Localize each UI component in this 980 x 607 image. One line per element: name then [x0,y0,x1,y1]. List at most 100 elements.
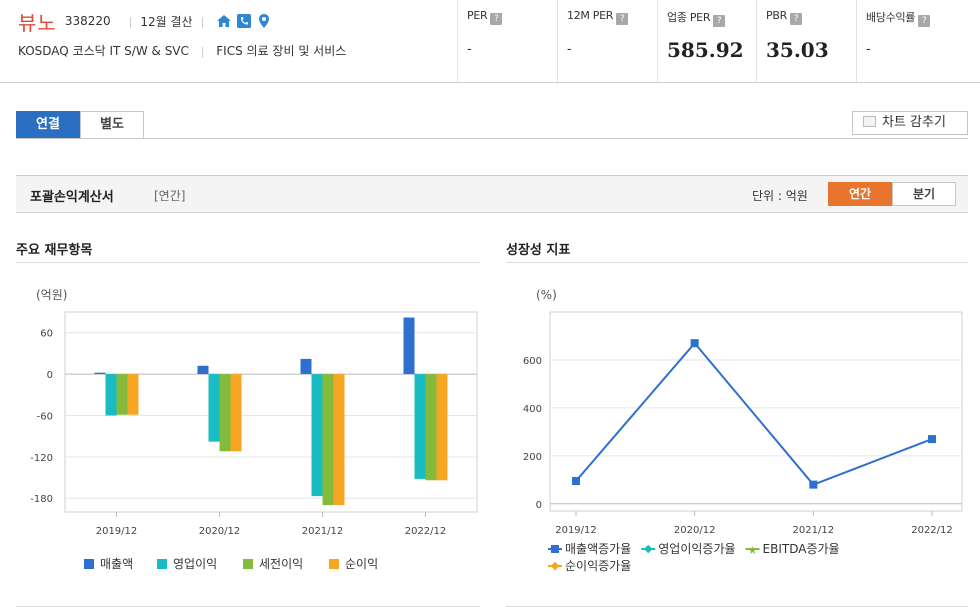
y-tick-label: 400 [523,404,542,415]
bar [116,374,128,415]
metric-12m-per: 12M PER? - [557,0,657,82]
bar [333,374,345,506]
bar [127,374,139,415]
valuation-metrics: PER? - 12M PER? - 업종 PER? 585.92 PBR? 35… [457,0,978,82]
panel-title: 주요 재무항목 [16,243,93,258]
home-icon[interactable] [216,13,232,29]
metric-industry-per: 업종 PER? 585.92 [657,0,756,82]
bar [322,374,334,506]
y-axis-label: (%) [536,288,557,302]
y-tick-label: 200 [523,452,542,463]
metric-per: PER? - [457,0,557,82]
metric-label: PBR [766,9,787,22]
section-title: 포괄손익계산서 [30,190,114,205]
section-period: [연간] [154,189,186,203]
help-icon[interactable]: ? [616,13,629,25]
metric-value: - [467,42,472,57]
metric-value: 35.03 [766,38,829,62]
legend-swatch [157,559,167,569]
legend-label: 매출액 [100,557,133,571]
data-point [572,477,580,486]
growth-indicators-panel: 성장성 지표 (%) 600 400 200 0 2019/12 2020/12 2021/1… [506,228,968,607]
help-icon[interactable]: ? [490,13,503,25]
legend-label: 세전이익 [259,557,303,571]
x-tick-label: 2021/12 [793,525,835,536]
unit-label: 단위 : 억원 [752,189,808,203]
x-tick-label: 2022/12 [405,526,447,537]
y-tick-label: 600 [523,356,542,367]
legend-swatch [243,559,253,569]
key-financials-chart: (억원) 60 0 -60 -120 -180 2019/12 2020/12 2021/12 2… [30,288,478,571]
help-icon[interactable]: ? [918,15,931,27]
settlement-month: 12월 결산 [140,14,193,29]
legend-marker [550,561,560,571]
report-type-tabs: 연결 별도 [16,111,144,139]
metric-value: 585.92 [667,38,744,62]
bar [436,374,448,481]
y-tick-label: -180 [30,494,53,505]
key-financials-panel: 주요 재무항목 (억원) 60 0 -60 -120 -180 2019/12 2020/12… [16,228,480,607]
y-axis-label: (억원) [36,288,67,302]
x-tick-label: 2020/12 [674,525,716,536]
panel-title: 성장성 지표 [506,243,571,258]
location-pin-icon[interactable] [256,13,272,29]
bar [414,374,426,479]
bar [197,365,209,375]
market-classification: KOSDAQ 코스닥 IT S/W & SVC [18,44,189,58]
fics-sector: FICS 의료 장비 및 서비스 [216,44,347,58]
bar [425,374,437,481]
hide-chart-label: 차트 감추기 [882,115,946,130]
metric-pbr: PBR? 35.03 [756,0,856,82]
help-icon[interactable]: ? [789,13,802,25]
y-tick-label: 0 [47,370,53,381]
y-tick-label: 0 [536,500,542,511]
y-tick-label: 60 [40,329,53,340]
separator: | [200,45,205,58]
bar [300,358,312,375]
x-tick-label: 2021/12 [302,526,344,537]
annual-button[interactable]: 연간 [828,182,892,206]
bar [105,374,117,416]
bar [94,372,106,375]
tab-consolidated[interactable]: 연결 [16,111,80,139]
metric-value: - [866,42,871,57]
bar [311,374,323,497]
x-tick-label: 2020/12 [199,526,241,537]
legend-marker: ★ [748,544,758,557]
bar [219,374,231,452]
growth-indicators-chart: (%) 600 400 200 0 2019/12 2020/12 2021/12 2022/1… [523,288,963,573]
chart-icon [863,116,876,127]
plot-area [549,311,963,512]
legend-swatch [84,559,94,569]
legend-label: 매출액증가율 [565,542,631,556]
legend-label: 영업이익 [173,557,217,571]
legend-label: 순이익 [345,557,378,571]
legend-swatch [329,559,339,569]
period-toggle: 연간 분기 [828,182,956,206]
income-statement-bar: 포괄손익계산서 [연간] 단위 : 억원 연간 분기 [16,175,968,213]
hide-chart-button[interactable]: 차트 감추기 [852,111,968,135]
metric-dividend-yield: 배당수익률? - [856,0,978,82]
stock-header: 뷰노 338220 | 12월 결산 | KOSDAQ 코스닥 IT S/W &… [0,0,980,83]
quarter-button[interactable]: 분기 [892,182,956,206]
legend-label: 순이익증가율 [565,559,631,573]
metric-label: 업종 PER [667,11,711,24]
x-tick-label: 2019/12 [96,526,138,537]
company-name: 뷰노 [18,10,57,35]
metric-label: PER [467,9,488,22]
legend-marker [551,545,559,553]
y-tick-label: -120 [30,453,53,464]
panel-header: 주요 재무항목 [16,228,480,263]
company-info: 뷰노 338220 | 12월 결산 | KOSDAQ 코스닥 IT S/W &… [18,8,458,59]
help-icon[interactable]: ? [713,15,726,27]
bar [403,317,415,375]
y-tick-label: -60 [37,411,53,422]
separator: | [128,14,133,28]
bar [208,374,220,442]
bar [230,374,242,452]
legend-label: EBITDA증가율 [763,542,840,556]
phone-icon[interactable] [236,13,252,29]
stock-code: 338220 [64,14,111,28]
legend-label: 영업이익증가율 [658,542,735,556]
tab-separate[interactable]: 별도 [80,111,144,139]
